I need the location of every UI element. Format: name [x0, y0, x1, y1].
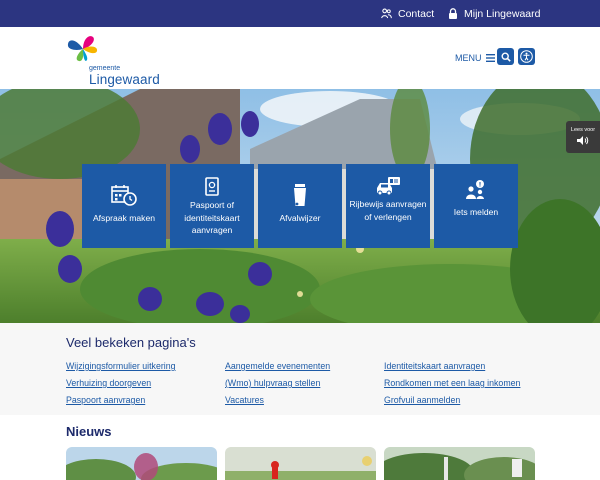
search-button[interactable] [497, 48, 514, 65]
popular-link[interactable]: Verhuizing doorgeven [66, 378, 151, 388]
tile-iets-melden-label: Iets melden [453, 207, 499, 217]
popular-link[interactable]: Paspoort aanvragen [66, 395, 145, 405]
tile-paspoort-label: Paspoort of identiteitskaart aanvragen [184, 200, 240, 235]
lees-voor-button[interactable]: Lees voor [566, 121, 600, 153]
news-card-image [66, 447, 217, 480]
news-card[interactable] [66, 447, 217, 480]
mijn-lingewaard-label: Mijn Lingewaard [464, 7, 541, 20]
lees-voor-label: Lees voor [570, 127, 596, 133]
logo-name-text: Lingewaard [89, 72, 160, 87]
news-card-image [384, 447, 535, 480]
tile-afvalwijzer-label: Afvalwijzer [279, 213, 321, 223]
popular-link[interactable]: Vacatures [225, 395, 264, 405]
hero-banner: Lees voor Afspraak maken Paspoort of ide… [0, 89, 600, 323]
accessibility-button[interactable] [518, 48, 535, 65]
popular-link[interactable]: Aangemelde evenementen [225, 361, 330, 371]
veel-bekeken-section: Veel bekeken pagina's Wijzigingsformulie… [0, 323, 600, 415]
veel-bekeken-title: Veel bekeken pagina's [66, 335, 196, 350]
tile-afvalwijzer[interactable]: Afvalwijzer [258, 164, 342, 248]
mijn-lingewaard-link[interactable]: Mijn Lingewaard [448, 0, 540, 27]
accessibility-icon [520, 50, 533, 63]
svg-text:!: ! [479, 181, 482, 188]
waste-bin-icon [294, 184, 306, 206]
logo-small-text: gemeente [89, 65, 121, 72]
tile-afspraak-maken[interactable]: Afspraak maken [82, 164, 166, 248]
nieuws-section: Nieuws [0, 415, 600, 480]
popular-link[interactable]: (Wmo) hulpvraag stellen [225, 378, 320, 388]
tile-paspoort-identiteitskaart[interactable]: Paspoort of identiteitskaart aanvragen [170, 164, 254, 248]
tile-rijbewijs[interactable]: Rijbewijs aanvragen of verlengen [346, 164, 430, 248]
news-card[interactable] [225, 447, 376, 480]
tile-rijbewijs-label: Rijbewijs aanvragen of verlengen [349, 199, 427, 222]
butterfly-logo-icon [67, 36, 98, 62]
lock-icon [449, 8, 457, 19]
calendar-clock-icon [111, 185, 137, 206]
hamburger-icon [485, 54, 495, 62]
nieuws-title: Nieuws [66, 424, 112, 439]
passport-icon [205, 177, 219, 196]
search-icon [500, 51, 511, 62]
tile-iets-melden[interactable]: ! Iets melden [434, 164, 518, 248]
popular-link[interactable]: Identiteitskaart aanvragen [384, 361, 485, 371]
popular-link[interactable]: Grofvuil aanmelden [384, 395, 460, 405]
menu-label: MENU [455, 53, 482, 63]
car-license-icon [377, 177, 400, 196]
top-bar: Contact Mijn Lingewaard [0, 0, 600, 27]
contact-link[interactable]: Contact [381, 0, 434, 27]
news-card[interactable] [384, 447, 535, 480]
site-header: gemeente Lingewaard MENU [0, 27, 600, 89]
tile-afspraak-maken-label: Afspraak maken [92, 213, 156, 223]
contact-label: Contact [398, 7, 435, 20]
report-person-icon: ! [466, 180, 484, 199]
gemeente-logo[interactable]: gemeente Lingewaard [65, 34, 175, 87]
popular-link[interactable]: Wijzigingsformulier uitkering [66, 361, 176, 371]
news-card-image [225, 447, 376, 480]
popular-link[interactable]: Rondkomen met een laag inkomen [384, 378, 520, 388]
people-icon [381, 8, 392, 19]
menu-button[interactable]: MENU [455, 53, 495, 63]
speaker-icon [577, 136, 589, 145]
